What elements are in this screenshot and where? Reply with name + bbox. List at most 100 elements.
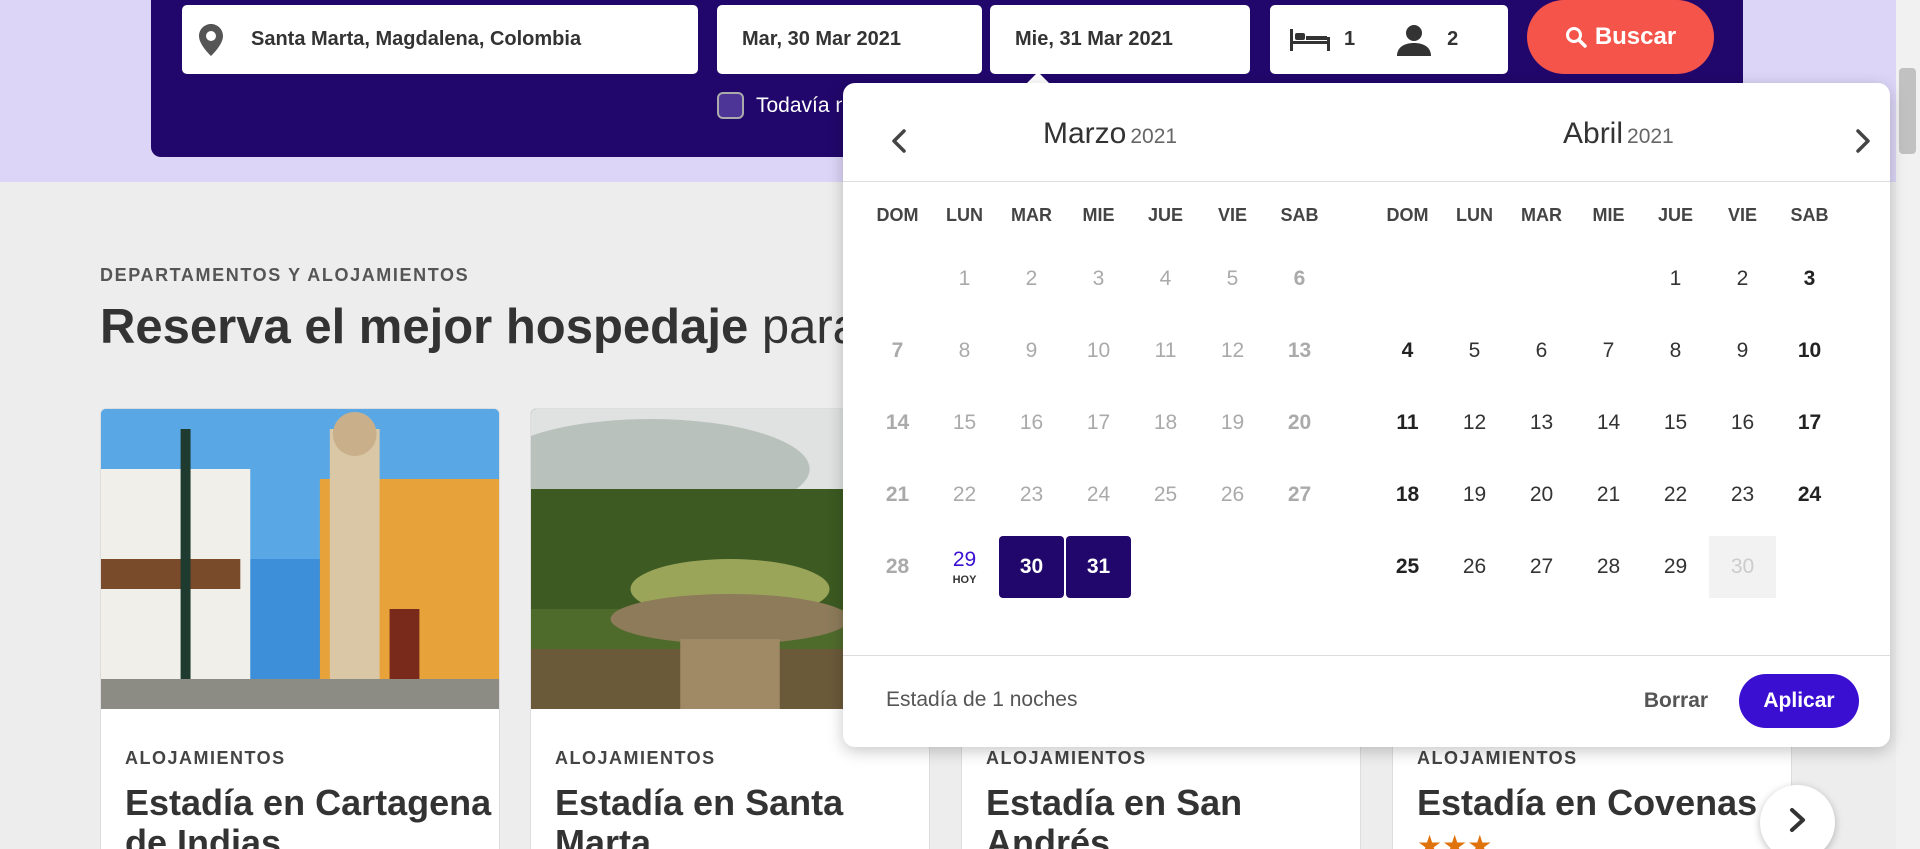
day-number: 26 xyxy=(1220,483,1245,506)
day-cell[interactable]: 7 xyxy=(1575,315,1642,387)
day-cell[interactable]: 23 xyxy=(1709,459,1776,531)
empty-day-cell xyxy=(1441,243,1508,315)
carousel-next-button[interactable] xyxy=(1760,785,1835,849)
checkin-field[interactable]: Mar, 30 Mar 2021 xyxy=(717,5,982,74)
day-cell[interactable]: 27 xyxy=(1508,531,1575,603)
day-cell-selected[interactable]: 31 xyxy=(1066,536,1131,598)
scrollbar-thumb[interactable] xyxy=(1899,68,1916,154)
guests-count: 2 xyxy=(1447,28,1459,50)
empty-day-cell xyxy=(1199,531,1266,603)
weekday-row: DOM LUN MAR MIE JUE VIE SAB xyxy=(864,193,1333,237)
day-cell[interactable]: 19 xyxy=(1441,459,1508,531)
day-number: 18 xyxy=(1153,411,1178,434)
day-cell-disabled: 30 xyxy=(1709,536,1776,598)
day-cell[interactable]: 12 xyxy=(1441,387,1508,459)
calendar-march: DOM LUN MAR MIE JUE VIE SAB 1 2 3 4 5 6 7 8 9 10 11 12 13 1… xyxy=(864,193,1333,603)
day-number: 9 xyxy=(1025,339,1038,362)
weekday-label: SAB xyxy=(1790,205,1829,225)
day-number: 16 xyxy=(1730,411,1755,434)
day-grid: 1 2 3 4 5 6 7 8 9 10 11 12 13 14 15 16 17 18 19 20 21 22 23 24 2… xyxy=(864,243,1333,603)
day-cell[interactable]: 11 xyxy=(1374,387,1441,459)
day-number: 23 xyxy=(1730,483,1755,506)
day-cell[interactable]: 26 xyxy=(1441,531,1508,603)
checkin-value: Mar, 30 Mar 2021 xyxy=(742,28,901,50)
section-title-strong: Reserva el mejor hospedaje xyxy=(100,300,749,354)
search-button[interactable]: Buscar xyxy=(1527,0,1714,74)
month-name: Abril xyxy=(1563,117,1624,150)
day-number: 30 xyxy=(1730,555,1755,578)
rooms-guests-field[interactable]: 1 2 xyxy=(1270,5,1508,74)
day-cell[interactable]: 20 xyxy=(1508,459,1575,531)
day-number: 5 xyxy=(1226,267,1239,290)
day-cell[interactable]: 6 xyxy=(1508,315,1575,387)
day-cell[interactable]: 21 xyxy=(1575,459,1642,531)
day-cell[interactable]: 29 xyxy=(1642,531,1709,603)
day-cell: 23 xyxy=(998,459,1065,531)
day-number: 15 xyxy=(1663,411,1688,434)
unsure-dates-label[interactable]: Todavía no sé las fechas xyxy=(756,94,842,118)
day-cell: 19 xyxy=(1199,387,1266,459)
day-cell: 10 xyxy=(1065,315,1132,387)
day-cell: 26 xyxy=(1199,459,1266,531)
day-cell: 2 xyxy=(998,243,1065,315)
next-month-button[interactable] xyxy=(1843,123,1883,163)
day-cell[interactable]: 28 xyxy=(1575,531,1642,603)
datepicker-divider xyxy=(843,181,1890,182)
chevron-right-icon xyxy=(1788,807,1808,838)
day-cell[interactable]: 9 xyxy=(1709,315,1776,387)
day-number: 20 xyxy=(1287,411,1312,434)
day-cell[interactable]: 18 xyxy=(1374,459,1441,531)
day-number: 8 xyxy=(958,339,971,362)
day-cell[interactable]: 16 xyxy=(1709,387,1776,459)
empty-day-cell xyxy=(1508,243,1575,315)
clear-button[interactable]: Borrar xyxy=(1628,676,1724,726)
day-cell: 24 xyxy=(1065,459,1132,531)
day-number: 4 xyxy=(1159,267,1172,290)
checkout-field[interactable]: Mie, 31 Mar 2021 xyxy=(990,5,1250,74)
day-number: 27 xyxy=(1287,483,1312,506)
day-cell-today[interactable]: 29 HOY xyxy=(931,531,998,603)
day-cell[interactable]: 2 xyxy=(1709,243,1776,315)
day-cell: 28 xyxy=(864,531,931,603)
day-cell[interactable]: 22 xyxy=(1642,459,1709,531)
prev-month-button[interactable] xyxy=(879,123,919,163)
bed-icon xyxy=(1290,28,1330,51)
day-number: 1 xyxy=(1669,267,1682,290)
day-number: 9 xyxy=(1736,339,1749,362)
day-cell: 9 xyxy=(998,315,1065,387)
day-cell[interactable]: 17 xyxy=(1776,387,1843,459)
day-cell: 22 xyxy=(931,459,998,531)
card-label: ALOJAMIENTOS xyxy=(555,748,716,768)
day-cell[interactable]: 10 xyxy=(1776,315,1843,387)
weekday-label: LUN xyxy=(1456,205,1493,225)
day-cell: 27 xyxy=(1266,459,1333,531)
day-cell[interactable]: 24 xyxy=(1776,459,1843,531)
day-number: 29 xyxy=(952,548,977,571)
day-cell[interactable]: 8 xyxy=(1642,315,1709,387)
beds-count: 1 xyxy=(1344,28,1356,50)
day-number: 25 xyxy=(1395,555,1420,578)
month-year: 2021 xyxy=(1130,125,1178,148)
calendar-april: DOM LUN MAR MIE JUE VIE SAB 1 2 3 4 5 6 7 8 9 10 11 12 13 1… xyxy=(1374,193,1843,603)
day-cell[interactable]: 25 xyxy=(1374,531,1441,603)
day-cell[interactable]: 14 xyxy=(1575,387,1642,459)
month-name: Marzo xyxy=(1043,117,1127,150)
day-cell[interactable]: 13 xyxy=(1508,387,1575,459)
day-cell[interactable]: 3 xyxy=(1776,243,1843,315)
day-cell[interactable]: 15 xyxy=(1642,387,1709,459)
day-cell-selected[interactable]: 30 xyxy=(999,536,1064,598)
weekday-row: DOM LUN MAR MIE JUE VIE SAB xyxy=(1374,193,1843,237)
location-pin-icon xyxy=(199,23,229,56)
day-cell[interactable]: 4 xyxy=(1374,315,1441,387)
day-number: 11 xyxy=(1396,411,1419,434)
card-label: ALOJAMIENTOS xyxy=(125,748,286,768)
day-cell[interactable]: 5 xyxy=(1441,315,1508,387)
unsure-dates-checkbox[interactable] xyxy=(717,92,744,119)
day-cell[interactable]: 1 xyxy=(1642,243,1709,315)
destination-field[interactable]: Santa Marta, Magdalena, Colombia xyxy=(182,5,698,74)
day-number: 19 xyxy=(1462,483,1487,506)
day-number: 4 xyxy=(1401,339,1414,362)
day-cell: 20 xyxy=(1266,387,1333,459)
apply-button[interactable]: Aplicar xyxy=(1739,674,1859,728)
card-cartagena[interactable]: ALOJAMIENTOS Estadía en Cartagena de Ind… xyxy=(100,408,500,849)
